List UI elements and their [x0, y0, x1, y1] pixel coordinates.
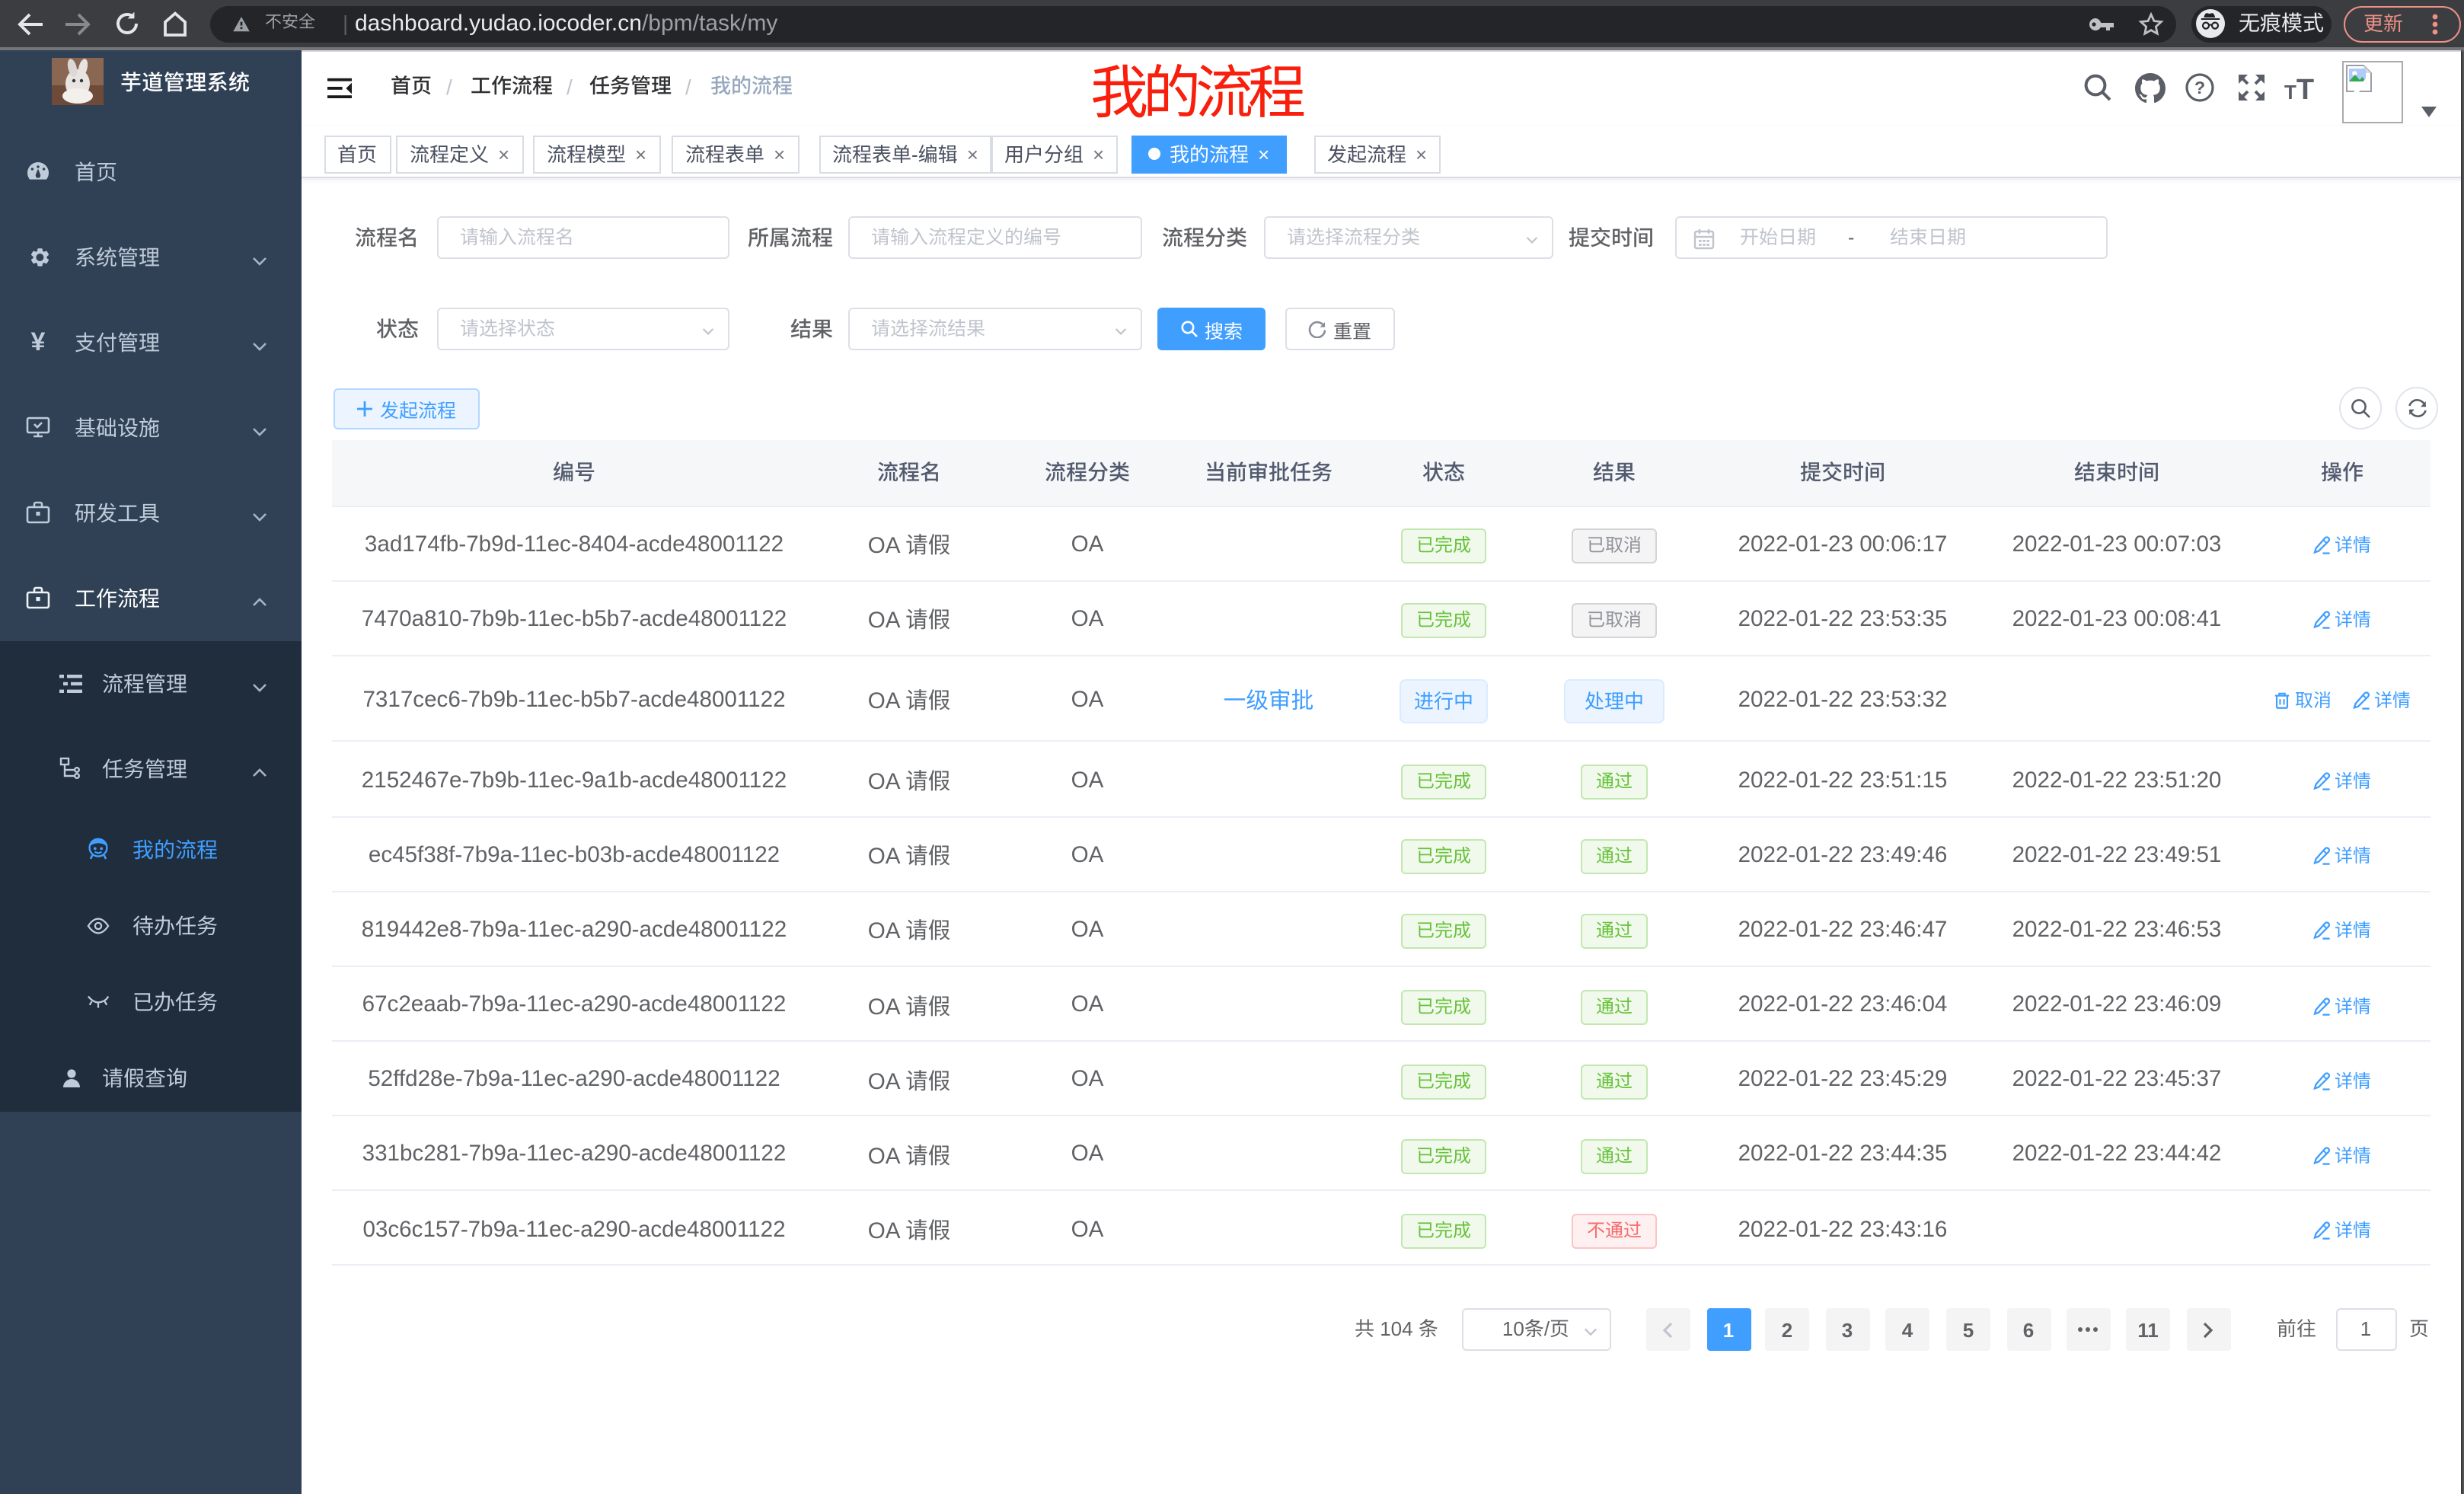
- svg-text:?: ?: [2194, 78, 2205, 97]
